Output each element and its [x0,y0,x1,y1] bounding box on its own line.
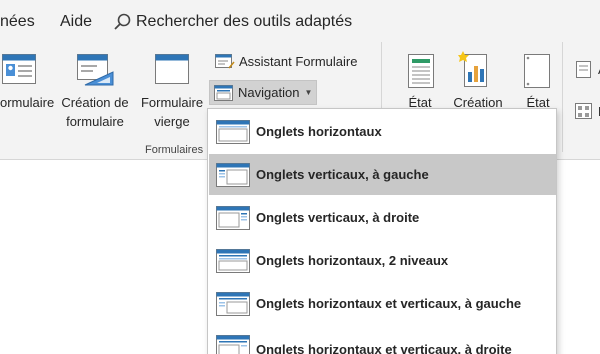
assistant-etat-button[interactable]: A [570,58,600,80]
navigation-dropdown: Onglets horizontaux Onglets verticaux, à… [207,108,557,354]
creation-formulaire-label-2: formulaire [66,114,124,129]
vertical-tabs-left-icon [216,163,250,187]
horizontal-tabs-icon [216,120,250,144]
formulaire-vierge-label-2: vierge [154,114,190,129]
formulaire-label: ormulaire [0,95,55,110]
formulaires-group-label: Formulaires [145,144,204,156]
vertical-tabs-right-icon [216,206,250,230]
dropdown-item-label: Onglets verticaux, à gauche [256,167,429,182]
search-label: Rechercher des outils adaptés [136,13,353,30]
navigation-form-icon [214,84,233,101]
navigation-label: Navigation [238,85,300,100]
report-icon [408,54,434,88]
dropdown-item-label: Onglets horizontaux et verticaux, à droi… [256,342,512,354]
tab-donnees-externes[interactable]: nées [0,13,35,31]
dropdown-item-label: Onglets horizontaux, 2 niveaux [256,253,449,268]
creation-formulaire-label-1: Création de [61,95,129,110]
assistant-formulaire-label: Assistant Formulaire [239,53,358,69]
dropdown-item-label: Onglets horizontaux et verticaux, à gauc… [256,296,522,311]
form-icon [2,54,36,84]
blank-form-icon [155,54,189,84]
tell-me-search[interactable]: Rechercher des outils adaptés [112,10,352,34]
horizontal-tabs-2-levels-icon [216,249,250,273]
dropdown-item-horizontal-vertical-tabs-right[interactable]: Onglets horizontaux et verticaux, à droi… [209,326,556,354]
dropdown-item-label: Onglets horizontaux [256,124,382,139]
horizontal-vertical-tabs-left-icon [216,292,250,316]
navigation-button[interactable]: Navigation ▼ [209,80,318,105]
dropdown-item-horizontal-vertical-tabs-left[interactable]: Onglets horizontaux et verticaux, à gauc… [209,283,556,324]
labels-icon [575,103,592,119]
dropdown-item-label: Onglets verticaux, à droite [256,210,420,225]
dropdown-item-horizontal-tabs[interactable]: Onglets horizontaux [209,111,556,152]
formulaire-vierge-label-1: Formulaire [140,95,204,110]
blank-report-icon [524,54,550,88]
horizontal-vertical-tabs-right-icon [216,335,250,354]
chevron-down-icon: ▼ [304,88,313,97]
form-design-icon [77,54,114,86]
menu-bar: nées Aide Rechercher des outils adaptés [0,0,600,42]
form-wizard-icon [215,54,235,69]
assistant-formulaire-button[interactable]: Assistant Formulaire [211,50,361,72]
etiquettes-button[interactable]: É [570,100,600,122]
search-icon [114,13,131,30]
dropdown-item-vertical-tabs-right[interactable]: Onglets verticaux, à droite [209,197,556,238]
report-wizard-icon [576,61,591,78]
dropdown-item-vertical-tabs-left[interactable]: Onglets verticaux, à gauche [209,154,556,195]
dropdown-item-horizontal-tabs-2-levels[interactable]: Onglets horizontaux, 2 niveaux [209,240,556,281]
group-separator-2 [562,42,563,152]
report-design-icon [458,51,487,87]
tab-aide[interactable]: Aide [60,13,92,31]
